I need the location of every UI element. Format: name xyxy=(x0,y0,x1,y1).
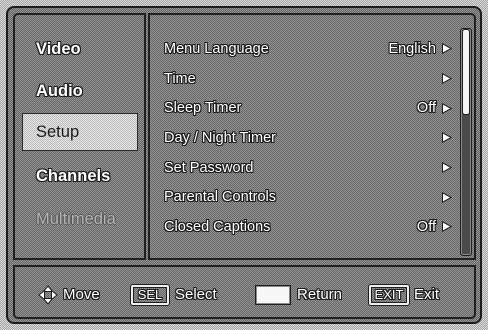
button-hint-bar: Move SEL Select Return EXIT Exit xyxy=(13,265,476,319)
right-arrow-icon xyxy=(442,191,452,203)
menu-item-day-night-timer[interactable]: Day / Night Timer xyxy=(164,123,452,153)
sidebar-item-label: Audio xyxy=(36,82,83,100)
sidebar-item-label: Setup xyxy=(36,123,80,141)
sidebar-item-audio[interactable]: Audio xyxy=(22,72,138,110)
move-hint-label: Move xyxy=(63,286,100,303)
menu-item-label: Closed Captions xyxy=(164,218,271,235)
return-hint-label: Return xyxy=(297,286,343,303)
select-hint-label: Select xyxy=(175,286,217,303)
menu-item-value: Off xyxy=(416,218,436,235)
right-arrow-icon xyxy=(442,132,452,144)
menu-item-closed-captions[interactable]: Closed Captions Off xyxy=(164,212,452,242)
right-arrow-icon xyxy=(442,102,452,114)
sidebar-item-setup[interactable]: Setup xyxy=(22,113,138,151)
menu-item-menu-language[interactable]: Menu Language English xyxy=(164,34,452,64)
exit-hint-label: Exit xyxy=(414,286,440,303)
four-way-arrow-icon xyxy=(38,285,58,305)
settings-list: Menu Language English Time Sleep Timer O… xyxy=(164,34,452,242)
right-arrow-icon xyxy=(442,221,452,233)
menu-item-label: Menu Language xyxy=(164,40,269,57)
scrollbar-thumb[interactable] xyxy=(462,29,470,115)
right-arrow-icon xyxy=(442,43,452,55)
menu-item-label: Day / Night Timer xyxy=(164,129,276,146)
sel-key-icon: SEL xyxy=(131,285,169,305)
scrollbar-track[interactable] xyxy=(460,28,472,256)
menu-item-parental-controls[interactable]: Parental Controls xyxy=(164,182,452,212)
menu-item-label: Time xyxy=(164,70,196,87)
menu-item-sleep-timer[interactable]: Sleep Timer Off xyxy=(164,93,452,123)
sidebar-item-multimedia: Multimedia xyxy=(22,200,138,238)
menu-item-label: Set Password xyxy=(164,159,254,176)
menu-item-label: Parental Controls xyxy=(164,189,277,206)
sidebar-item-label: Video xyxy=(36,40,81,58)
sidebar-item-channels[interactable]: Channels xyxy=(22,157,138,195)
menu-item-value: Off xyxy=(416,100,436,117)
tv-menu-screen: Video Audio Setup Channels Multimedia Me… xyxy=(0,0,488,330)
menu-item-value: English xyxy=(388,40,436,57)
category-sidebar: Video Audio Setup Channels Multimedia xyxy=(13,13,146,260)
menu-item-label: Sleep Timer xyxy=(164,100,242,117)
settings-panel: Menu Language English Time Sleep Timer O… xyxy=(148,13,476,260)
right-arrow-icon xyxy=(442,73,452,85)
return-key-icon xyxy=(255,285,291,305)
sidebar-item-label: Multimedia xyxy=(36,210,116,228)
sidebar-item-label: Channels xyxy=(36,167,111,185)
exit-key-icon: EXIT xyxy=(369,285,409,305)
sidebar-item-video[interactable]: Video xyxy=(22,30,138,68)
menu-item-set-password[interactable]: Set Password xyxy=(164,153,452,183)
menu-item-time[interactable]: Time xyxy=(164,64,452,94)
right-arrow-icon xyxy=(442,162,452,174)
